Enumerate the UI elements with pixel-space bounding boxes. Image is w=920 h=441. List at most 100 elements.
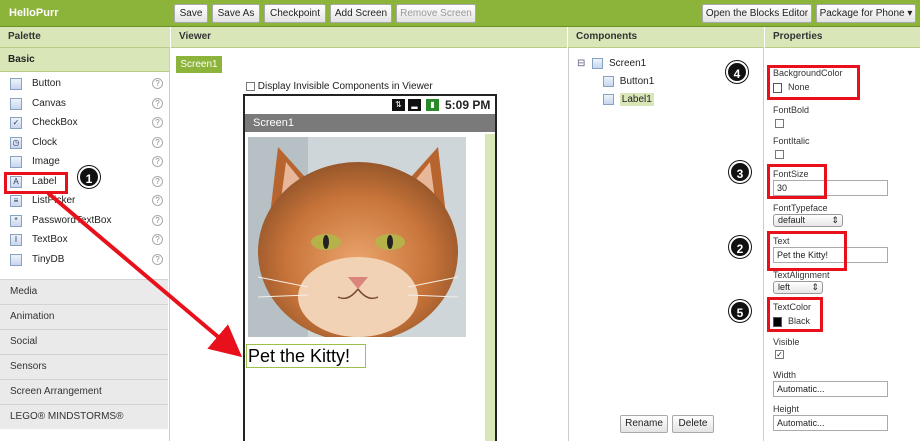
button-icon <box>10 78 22 90</box>
help-icon[interactable]: ? <box>152 78 163 89</box>
palette-basic-header[interactable]: Basic <box>0 48 169 72</box>
prop-visible-label: Visible <box>773 337 800 347</box>
annotation-box-backgroundcolor <box>767 65 860 100</box>
phone-screen-title: Screen1 <box>245 114 495 132</box>
select-arrows-icon: ⇕ <box>831 215 839 225</box>
palette-item-checkbox[interactable]: ✓ CheckBox? <box>0 113 168 133</box>
prop-fonttypeface-label: FontTypeface <box>773 203 828 213</box>
palette-item-passwordtextbox[interactable]: * PasswordTextBox? <box>0 211 168 231</box>
palette-category-sensors[interactable]: Sensors <box>0 354 168 379</box>
annotation-badge-4: 4 <box>726 61 748 83</box>
components-header: Components <box>568 27 764 48</box>
cat-face-picture <box>248 137 466 337</box>
display-invisible-option[interactable]: Display Invisible Components in Viewer <box>246 81 433 92</box>
help-icon[interactable]: ? <box>152 97 163 109</box>
palette-item-label: TextBox <box>32 234 68 245</box>
package-for-phone-button[interactable]: Package for Phone ▾ <box>816 4 916 23</box>
database-icon <box>10 253 22 266</box>
save-as-button[interactable]: Save As <box>212 4 260 23</box>
add-screen-button[interactable]: Add Screen <box>330 4 392 23</box>
phone-scroll-strip <box>485 134 495 441</box>
annotation-box-label-palette <box>4 172 68 194</box>
visible-checkbox[interactable]: ✓ <box>775 350 784 359</box>
palette-category-animation[interactable]: Animation <box>0 304 168 329</box>
textalignment-select[interactable]: left ⇕ <box>773 281 823 294</box>
prop-textalignment-label: TextAlignment <box>773 270 830 280</box>
open-blocks-editor-button[interactable]: Open the Blocks Editor <box>702 4 812 23</box>
palette-panel: Basic Button? Canvas? ✓ CheckBox? ◷ Clock? Ima… <box>0 48 170 441</box>
select-arrows-icon: ⇕ <box>811 282 819 292</box>
button-icon <box>603 76 614 87</box>
fontitalic-checkbox[interactable] <box>775 150 784 159</box>
viewer-panel: Screen1 Display Invisible Components in … <box>171 48 567 441</box>
tree-label-label1: Label1 <box>619 93 654 107</box>
palette-item-label: TinyDB <box>32 253 65 265</box>
prop-fontitalic-label: FontItalic <box>773 136 810 146</box>
remove-screen-button[interactable]: Remove Screen <box>396 4 476 23</box>
viewer-header: Viewer <box>171 27 567 48</box>
help-icon[interactable]: ? <box>152 195 163 206</box>
listpicker-icon: ≡ <box>10 195 22 207</box>
delete-button[interactable]: Delete <box>672 415 714 433</box>
palette-header: Palette <box>0 27 170 48</box>
prop-height-label: Height <box>773 404 800 414</box>
label1-preview[interactable]: Pet the Kitty! <box>246 344 366 368</box>
palette-category-social[interactable]: Social <box>0 329 168 354</box>
rename-button[interactable]: Rename <box>620 415 668 433</box>
annotation-badge-5: 5 <box>729 300 751 322</box>
tree-label-screen1: Screen1 <box>608 58 647 70</box>
tree-item-label1[interactable]: Label1 <box>603 93 654 107</box>
display-invisible-checkbox[interactable] <box>246 81 255 91</box>
prop-width-label: Width <box>773 370 797 380</box>
help-icon[interactable]: ? <box>152 136 163 148</box>
properties-header: Properties <box>765 27 920 48</box>
signal-bars-icon: ▂ <box>408 99 421 111</box>
display-invisible-label: Display Invisible Components in Viewer <box>257 81 433 92</box>
palette-item-label: Canvas <box>32 97 66 109</box>
top-bar: HelloPurr Save Save As Checkpoint Add Sc… <box>0 0 920 27</box>
palette-item-button[interactable]: Button? <box>0 74 168 94</box>
palette-item-label: Button <box>32 78 61 89</box>
save-button[interactable]: Save <box>174 4 208 23</box>
help-icon[interactable]: ? <box>152 117 163 128</box>
palette-category-media[interactable]: Media <box>0 279 168 304</box>
screen-icon <box>592 58 604 69</box>
fonttypeface-select[interactable]: default ⇕ <box>773 214 843 227</box>
tree-item-button1[interactable]: Button1 <box>603 76 654 87</box>
collapse-icon[interactable]: ⊟ <box>577 58 585 69</box>
label-icon <box>603 94 614 105</box>
help-icon[interactable]: ? <box>152 175 163 187</box>
textalignment-value: left <box>778 282 791 292</box>
help-icon[interactable]: ? <box>152 156 163 167</box>
annotation-badge-1: 1 <box>78 166 100 188</box>
kitty-image[interactable] <box>248 137 466 337</box>
phone-clock: 5:09 PM <box>445 98 491 112</box>
help-icon[interactable]: ? <box>152 253 163 265</box>
phone-status-bar: ⇅ ▂ ▮ 5:09 PM <box>245 96 495 114</box>
palette-category-screen-arrangement[interactable]: Screen Arrangement <box>0 379 168 404</box>
checkbox-icon: ✓ <box>10 117 22 129</box>
fonttypeface-value: default <box>778 215 806 225</box>
palette-item-textbox[interactable]: I TextBox? <box>0 230 168 250</box>
screen1-tab[interactable]: Screen1 <box>176 56 222 73</box>
battery-icon: ▮ <box>426 99 439 111</box>
palette-item-label: ListPicker <box>32 195 76 206</box>
annotation-box-textcolor <box>767 297 823 332</box>
palette-category-lego-mindstorms[interactable]: LEGO® MINDSTORMS® <box>0 404 168 429</box>
help-icon[interactable]: ? <box>152 214 163 226</box>
checkpoint-button[interactable]: Checkpoint <box>264 4 326 23</box>
palette-item-listpicker[interactable]: ≡ ListPicker? <box>0 191 168 211</box>
height-input[interactable]: Automatic... <box>773 415 888 431</box>
prop-fontbold-label: FontBold <box>773 105 810 115</box>
password-icon: * <box>10 214 22 227</box>
fontbold-checkbox[interactable] <box>775 119 784 128</box>
app-title: HelloPurr <box>9 7 59 19</box>
help-icon[interactable]: ? <box>152 234 163 245</box>
palette-item-canvas[interactable]: Canvas? <box>0 94 168 114</box>
palette-item-tinydb[interactable]: TinyDB? <box>0 250 168 270</box>
canvas-icon <box>10 97 22 110</box>
palette-item-label: Clock <box>32 136 58 148</box>
palette-item-clock[interactable]: ◷ Clock? <box>0 133 168 153</box>
tree-item-screen1[interactable]: ⊟ Screen1 <box>577 58 646 69</box>
width-input[interactable]: Automatic... <box>773 381 888 397</box>
